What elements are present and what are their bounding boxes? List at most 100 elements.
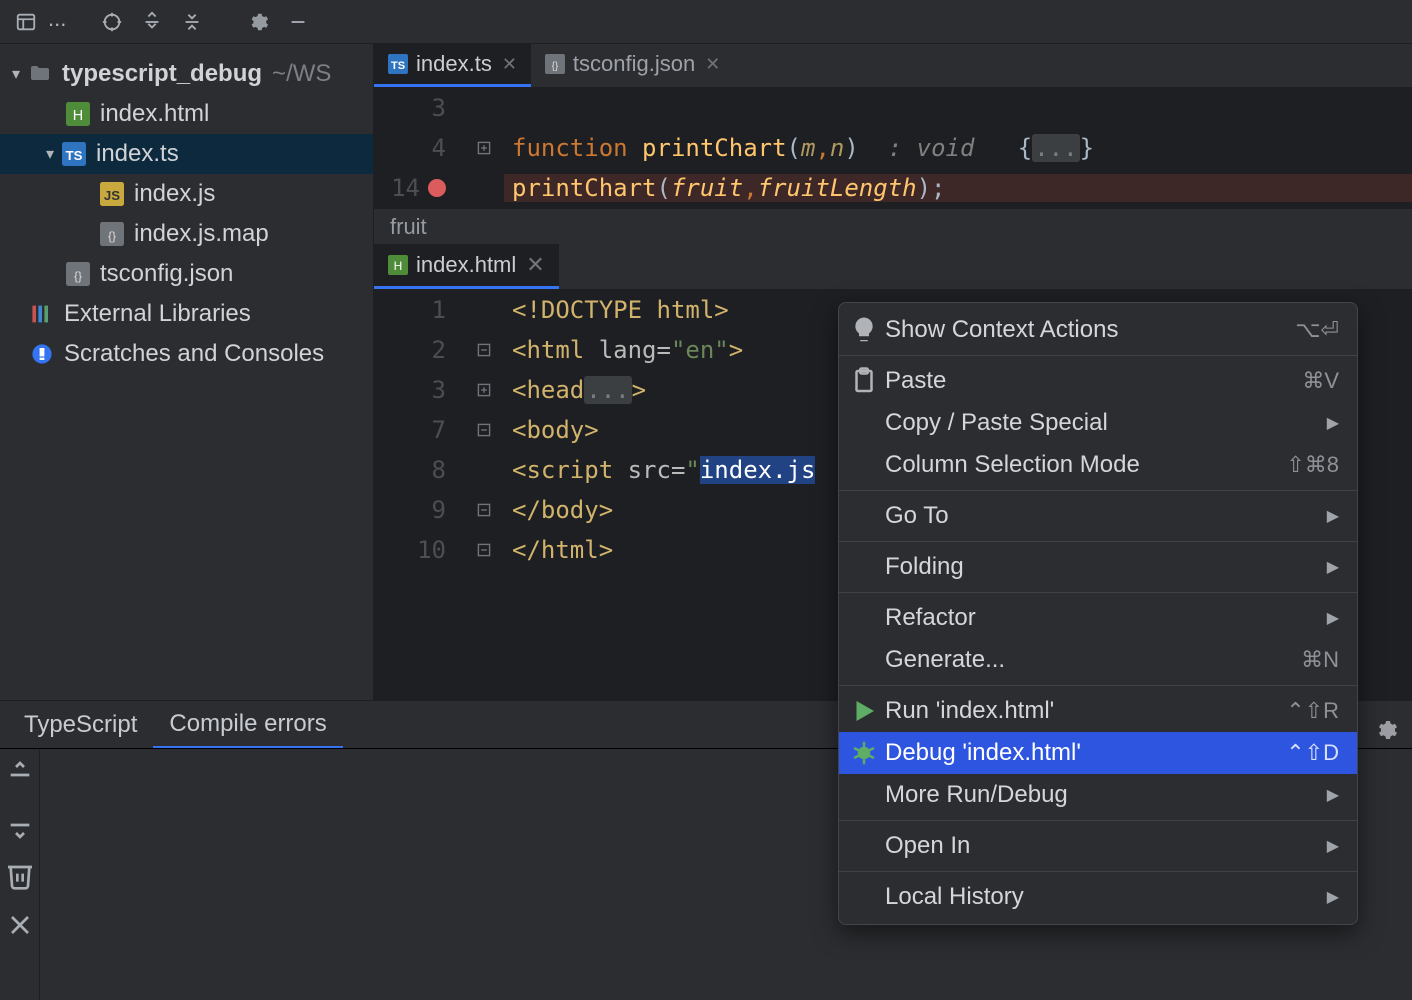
tree-item-index-html[interactable]: H index.html (0, 94, 373, 134)
line-number: 2 (374, 336, 464, 364)
tree-root[interactable]: ▾ typescript_debug ~/WS (0, 54, 373, 94)
tree-item-index-js[interactable]: JS index.js (0, 174, 373, 214)
context-menu: Show Context Actions ⌥⏎ Paste ⌘V Copy / … (838, 302, 1358, 925)
tree-item-index-ts[interactable]: ▾ TS index.ts (0, 134, 373, 174)
line-number: 1 (374, 296, 464, 324)
tree-external-libraries[interactable]: External Libraries (0, 294, 373, 334)
line-number: 9 (374, 496, 464, 524)
js-file-icon: JS (100, 182, 124, 206)
library-icon (30, 302, 54, 326)
settings-gear-icon[interactable] (1374, 718, 1398, 748)
line-number: 4 (374, 134, 464, 162)
code-line: </html> (504, 536, 613, 564)
editor-tabs-top: TS index.ts ✕ {} tsconfig.json ✕ (374, 44, 1412, 88)
line-number: 7 (374, 416, 464, 444)
map-file-icon: {} (100, 222, 124, 246)
menu-local-history[interactable]: Local History▶ (839, 876, 1357, 918)
tree-root-path: ~/WS (272, 60, 331, 88)
tab-tsconfig[interactable]: {} tsconfig.json ✕ (531, 44, 734, 87)
breakpoint-icon[interactable] (428, 179, 446, 197)
menu-generate[interactable]: Generate...⌘N (839, 639, 1357, 681)
code-line: printChart(fruit,fruitLength); (504, 174, 1412, 202)
chevron-right-icon: ▶ (1327, 836, 1339, 856)
tree-item-label: Scratches and Consoles (64, 340, 324, 368)
editor-index-ts[interactable]: 3 4 function printChart(m,n) : void {...… (374, 88, 1412, 208)
chevron-right-icon: ▶ (1327, 785, 1339, 805)
code-line: <head...> (504, 376, 646, 404)
menu-refactor[interactable]: Refactor▶ (839, 597, 1357, 639)
tree-item-label: index.html (100, 100, 209, 128)
trash-icon[interactable] (4, 859, 36, 891)
menu-copy-paste-special[interactable]: Copy / Paste Special ▶ (839, 402, 1357, 444)
tree-scratches[interactable]: Scratches and Consoles (0, 334, 373, 374)
minimize-icon[interactable] (280, 4, 316, 40)
chevron-down-icon[interactable]: ▾ (4, 64, 28, 84)
run-icon (849, 699, 879, 723)
toolbar-dots[interactable]: ... (48, 8, 66, 36)
tree-item-label: index.js.map (134, 220, 269, 248)
menu-show-context-actions[interactable]: Show Context Actions ⌥⏎ (839, 309, 1357, 351)
tree-item-label: index.ts (96, 140, 179, 168)
chevron-right-icon: ▶ (1327, 413, 1339, 433)
close-icon[interactable]: ✕ (502, 54, 517, 75)
line-number: 3 (374, 376, 464, 404)
code-line: <script src="index.js (504, 456, 815, 484)
svg-text:{}: {} (108, 229, 116, 243)
menu-paste[interactable]: Paste ⌘V (839, 360, 1357, 402)
chevron-right-icon: ▶ (1327, 887, 1339, 907)
project-window-icon[interactable] (8, 4, 44, 40)
breadcrumb[interactable]: fruit (374, 208, 1412, 244)
menu-folding[interactable]: Folding▶ (839, 546, 1357, 588)
chevron-down-icon[interactable]: ▾ (38, 144, 62, 164)
collapse-icon[interactable] (4, 809, 36, 841)
json-file-icon: {} (66, 262, 90, 286)
menu-debug[interactable]: Debug 'index.html' ⌃⇧D (839, 732, 1357, 774)
menu-column-selection[interactable]: Column Selection Mode ⇧⌘8 (839, 444, 1357, 486)
tab-typescript[interactable]: TypeScript (8, 703, 153, 747)
gear-icon[interactable] (240, 4, 276, 40)
menu-more-run-debug[interactable]: More Run/Debug▶ (839, 774, 1357, 816)
fold-plus-icon[interactable] (477, 141, 491, 155)
close-icon[interactable]: ✕ (705, 54, 720, 75)
target-icon[interactable] (94, 4, 130, 40)
chevron-right-icon: ▶ (1327, 557, 1339, 577)
menu-go-to[interactable]: Go To▶ (839, 495, 1357, 537)
tab-compile-errors[interactable]: Compile errors (153, 702, 342, 748)
line-number: 14 (374, 174, 464, 202)
line-number: 3 (374, 94, 464, 122)
expand-all-icon[interactable] (134, 4, 170, 40)
fold-minus-icon[interactable] (477, 343, 491, 357)
code-line: <body> (504, 416, 599, 444)
tree-item-label: External Libraries (64, 300, 251, 328)
expand-icon[interactable] (4, 759, 36, 791)
editor-tabs-bottom: H index.html ✕ (374, 244, 1412, 290)
svg-text:H: H (394, 259, 403, 273)
close-icon[interactable] (4, 909, 36, 941)
tree-item-index-js-map[interactable]: {} index.js.map (0, 214, 373, 254)
json-file-icon: {} (545, 54, 565, 74)
line-number: 10 (374, 536, 464, 564)
tab-index-ts[interactable]: TS index.ts ✕ (374, 44, 531, 87)
line-number: 8 (374, 456, 464, 484)
fold-minus-icon[interactable] (477, 423, 491, 437)
fold-close-icon[interactable] (477, 503, 491, 517)
ts-file-icon: TS (388, 54, 408, 74)
tree-item-label: tsconfig.json (100, 260, 233, 288)
tree-item-label: index.js (134, 180, 215, 208)
collapse-all-icon[interactable] (174, 4, 210, 40)
tab-label: tsconfig.json (573, 51, 695, 77)
menu-run[interactable]: Run 'index.html' ⌃⇧R (839, 690, 1357, 732)
folder-icon (28, 62, 52, 86)
tree-item-tsconfig[interactable]: {} tsconfig.json (0, 254, 373, 294)
code-line: <!DOCTYPE html> (504, 296, 729, 324)
fold-close-icon[interactable] (477, 543, 491, 557)
code-line: </body> (504, 496, 613, 524)
close-icon[interactable]: ✕ (526, 252, 544, 278)
tree-root-label: typescript_debug (62, 60, 262, 88)
bottom-panel-toolbar (0, 749, 40, 1000)
chevron-right-icon: ▶ (1327, 608, 1339, 628)
tab-index-html[interactable]: H index.html ✕ (374, 244, 559, 289)
code-line: function printChart(m,n) : void {...} (504, 134, 1094, 162)
fold-plus-icon[interactable] (477, 383, 491, 397)
menu-open-in[interactable]: Open In▶ (839, 825, 1357, 867)
